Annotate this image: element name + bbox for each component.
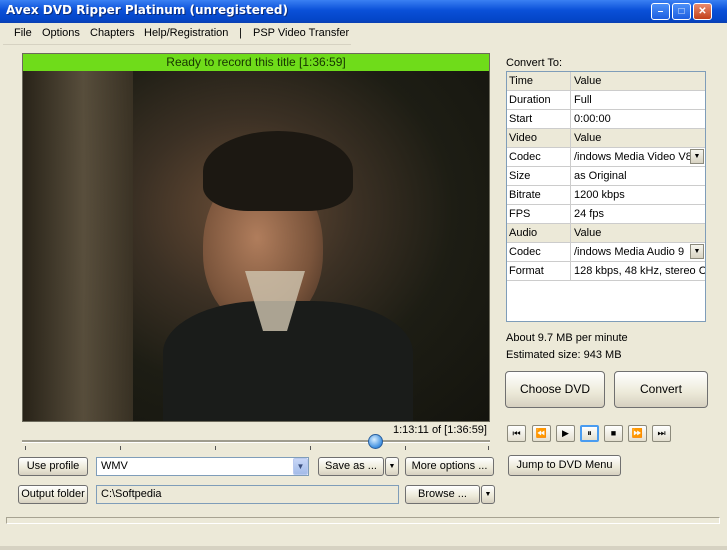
frame-left-figure <box>23 71 133 421</box>
profile-dropdown-arrow-icon[interactable]: ▼ <box>293 458 308 475</box>
menu-separator: | <box>239 27 242 39</box>
output-folder-button[interactable]: Output folder <box>18 485 88 504</box>
combo-arrow-icon[interactable]: ▼ <box>690 149 704 164</box>
title-bar: Avex DVD Ripper Platinum (unregistered) … <box>0 0 727 23</box>
grid-row-label: Video <box>507 129 571 147</box>
more-options-button[interactable]: More options ... <box>405 457 494 476</box>
skip-last-icon[interactable]: ⏭ <box>652 425 671 442</box>
fast-forward-icon[interactable]: ⏩ <box>628 425 647 442</box>
use-profile-button[interactable]: Use profile <box>18 457 88 476</box>
close-button[interactable]: ✕ <box>693 3 712 20</box>
profile-select[interactable]: WMV <box>96 457 309 476</box>
menu-help-registration[interactable]: Help/Registration <box>144 27 228 39</box>
menu-file[interactable]: File <box>14 27 32 39</box>
frame-hair <box>203 131 353 211</box>
grid-section-header: Audio Value <box>507 224 705 243</box>
grid-row-combo[interactable]: /indows Media Video V8 <box>571 148 705 166</box>
output-folder-field[interactable]: C:\Softpedia <box>96 485 399 504</box>
maximize-button[interactable]: □ <box>672 3 691 20</box>
grid-row-label: Duration <box>507 91 571 109</box>
grid-row-value[interactable]: 128 kbps, 48 kHz, stereo Cl <box>571 262 705 280</box>
window-title: Avex DVD Ripper Platinum (unregistered) <box>6 3 288 17</box>
grid-section-header: Time Value <box>507 72 705 91</box>
jump-to-dvd-menu-button[interactable]: Jump to DVD Menu <box>508 455 621 476</box>
grid-row[interactable]: Codec/indows Media Video V8 ▼ <box>507 148 705 167</box>
seek-slider-thumb[interactable] <box>368 434 383 449</box>
stop-icon[interactable]: ■ <box>604 425 623 442</box>
menu-psp-video-transfer[interactable]: PSP Video Transfer <box>253 27 349 39</box>
grid-row-combo[interactable]: /indows Media Audio 9 <box>571 243 705 261</box>
grid-row-value: Value <box>571 224 705 242</box>
grid-row-value[interactable]: 0:00:00 <box>571 110 705 128</box>
status-bar <box>6 517 720 524</box>
grid-row-label: Size <box>507 167 571 185</box>
grid-row-label: FPS <box>507 205 571 223</box>
preview-status: Ready to record this title [1:36:59] <box>23 54 489 71</box>
seek-tick <box>25 446 26 450</box>
menu-bar: File Options Chapters Help/Registration … <box>3 23 351 45</box>
grid-row-label: Codec <box>507 148 571 166</box>
browse-dropdown-icon[interactable]: ▼ <box>481 485 495 504</box>
grid-section-header: Video Value <box>507 129 705 148</box>
seek-tick <box>310 446 311 450</box>
window-bottom-border <box>0 546 727 550</box>
combo-arrow-icon[interactable]: ▼ <box>690 244 704 259</box>
grid-row-label: Time <box>507 72 571 90</box>
convert-button[interactable]: Convert <box>614 371 708 408</box>
rewind-icon[interactable]: ⏪ <box>532 425 551 442</box>
grid-row-label: Bitrate <box>507 186 571 204</box>
grid-row[interactable]: Start 0:00:00 <box>507 110 705 129</box>
grid-row-label: Codec <box>507 243 571 261</box>
grid-row-value[interactable]: 24 fps <box>571 205 705 223</box>
grid-row[interactable]: Bitrate 1200 kbps <box>507 186 705 205</box>
save-as-dropdown-icon[interactable]: ▼ <box>385 457 399 476</box>
seek-slider[interactable] <box>22 440 490 443</box>
grid-row[interactable]: Duration Full <box>507 91 705 110</box>
convert-settings-grid: Time Value Duration Full Start 0:00:00 Video Va… <box>506 71 706 322</box>
seek-tick <box>120 446 121 450</box>
skip-first-icon[interactable]: ⏮ <box>507 425 526 442</box>
minimize-button[interactable]: – <box>651 3 670 20</box>
grid-row[interactable]: Codec/indows Media Audio 9 ▼ <box>507 243 705 262</box>
timecode: 1:13:11 of [1:36:59] <box>393 424 487 436</box>
video-preview: Ready to record this title [1:36:59] <box>22 53 490 422</box>
grid-row-value[interactable]: Full <box>571 91 705 109</box>
grid-row-value[interactable]: 1200 kbps <box>571 186 705 204</box>
video-frame <box>23 71 489 421</box>
menu-chapters[interactable]: Chapters <box>90 27 135 39</box>
browse-button[interactable]: Browse ... <box>405 485 480 504</box>
grid-row-value[interactable]: as Original <box>571 167 705 185</box>
seek-tick <box>405 446 406 450</box>
grid-row[interactable]: Format 128 kbps, 48 kHz, stereo Cl <box>507 262 705 281</box>
grid-row-label: Format <box>507 262 571 280</box>
seek-tick <box>488 446 489 450</box>
save-as-button[interactable]: Save as ... <box>318 457 384 476</box>
play-icon[interactable]: ▶ <box>556 425 575 442</box>
grid-row-value: Value <box>571 129 705 147</box>
seek-tick <box>215 446 216 450</box>
choose-dvd-button[interactable]: Choose DVD <box>505 371 605 408</box>
grid-row-label: Audio <box>507 224 571 242</box>
convert-to-label: Convert To: <box>506 57 563 69</box>
estimated-size: Estimated size: 943 MB <box>506 349 622 361</box>
grid-row[interactable]: Size as Original <box>507 167 705 186</box>
grid-row-label: Start <box>507 110 571 128</box>
size-per-minute: About 9.7 MB per minute <box>506 332 628 344</box>
pause-icon[interactable]: ⏸ <box>580 425 599 442</box>
grid-row-value: Value <box>571 72 705 90</box>
menu-options[interactable]: Options <box>42 27 80 39</box>
grid-row[interactable]: FPS 24 fps <box>507 205 705 224</box>
